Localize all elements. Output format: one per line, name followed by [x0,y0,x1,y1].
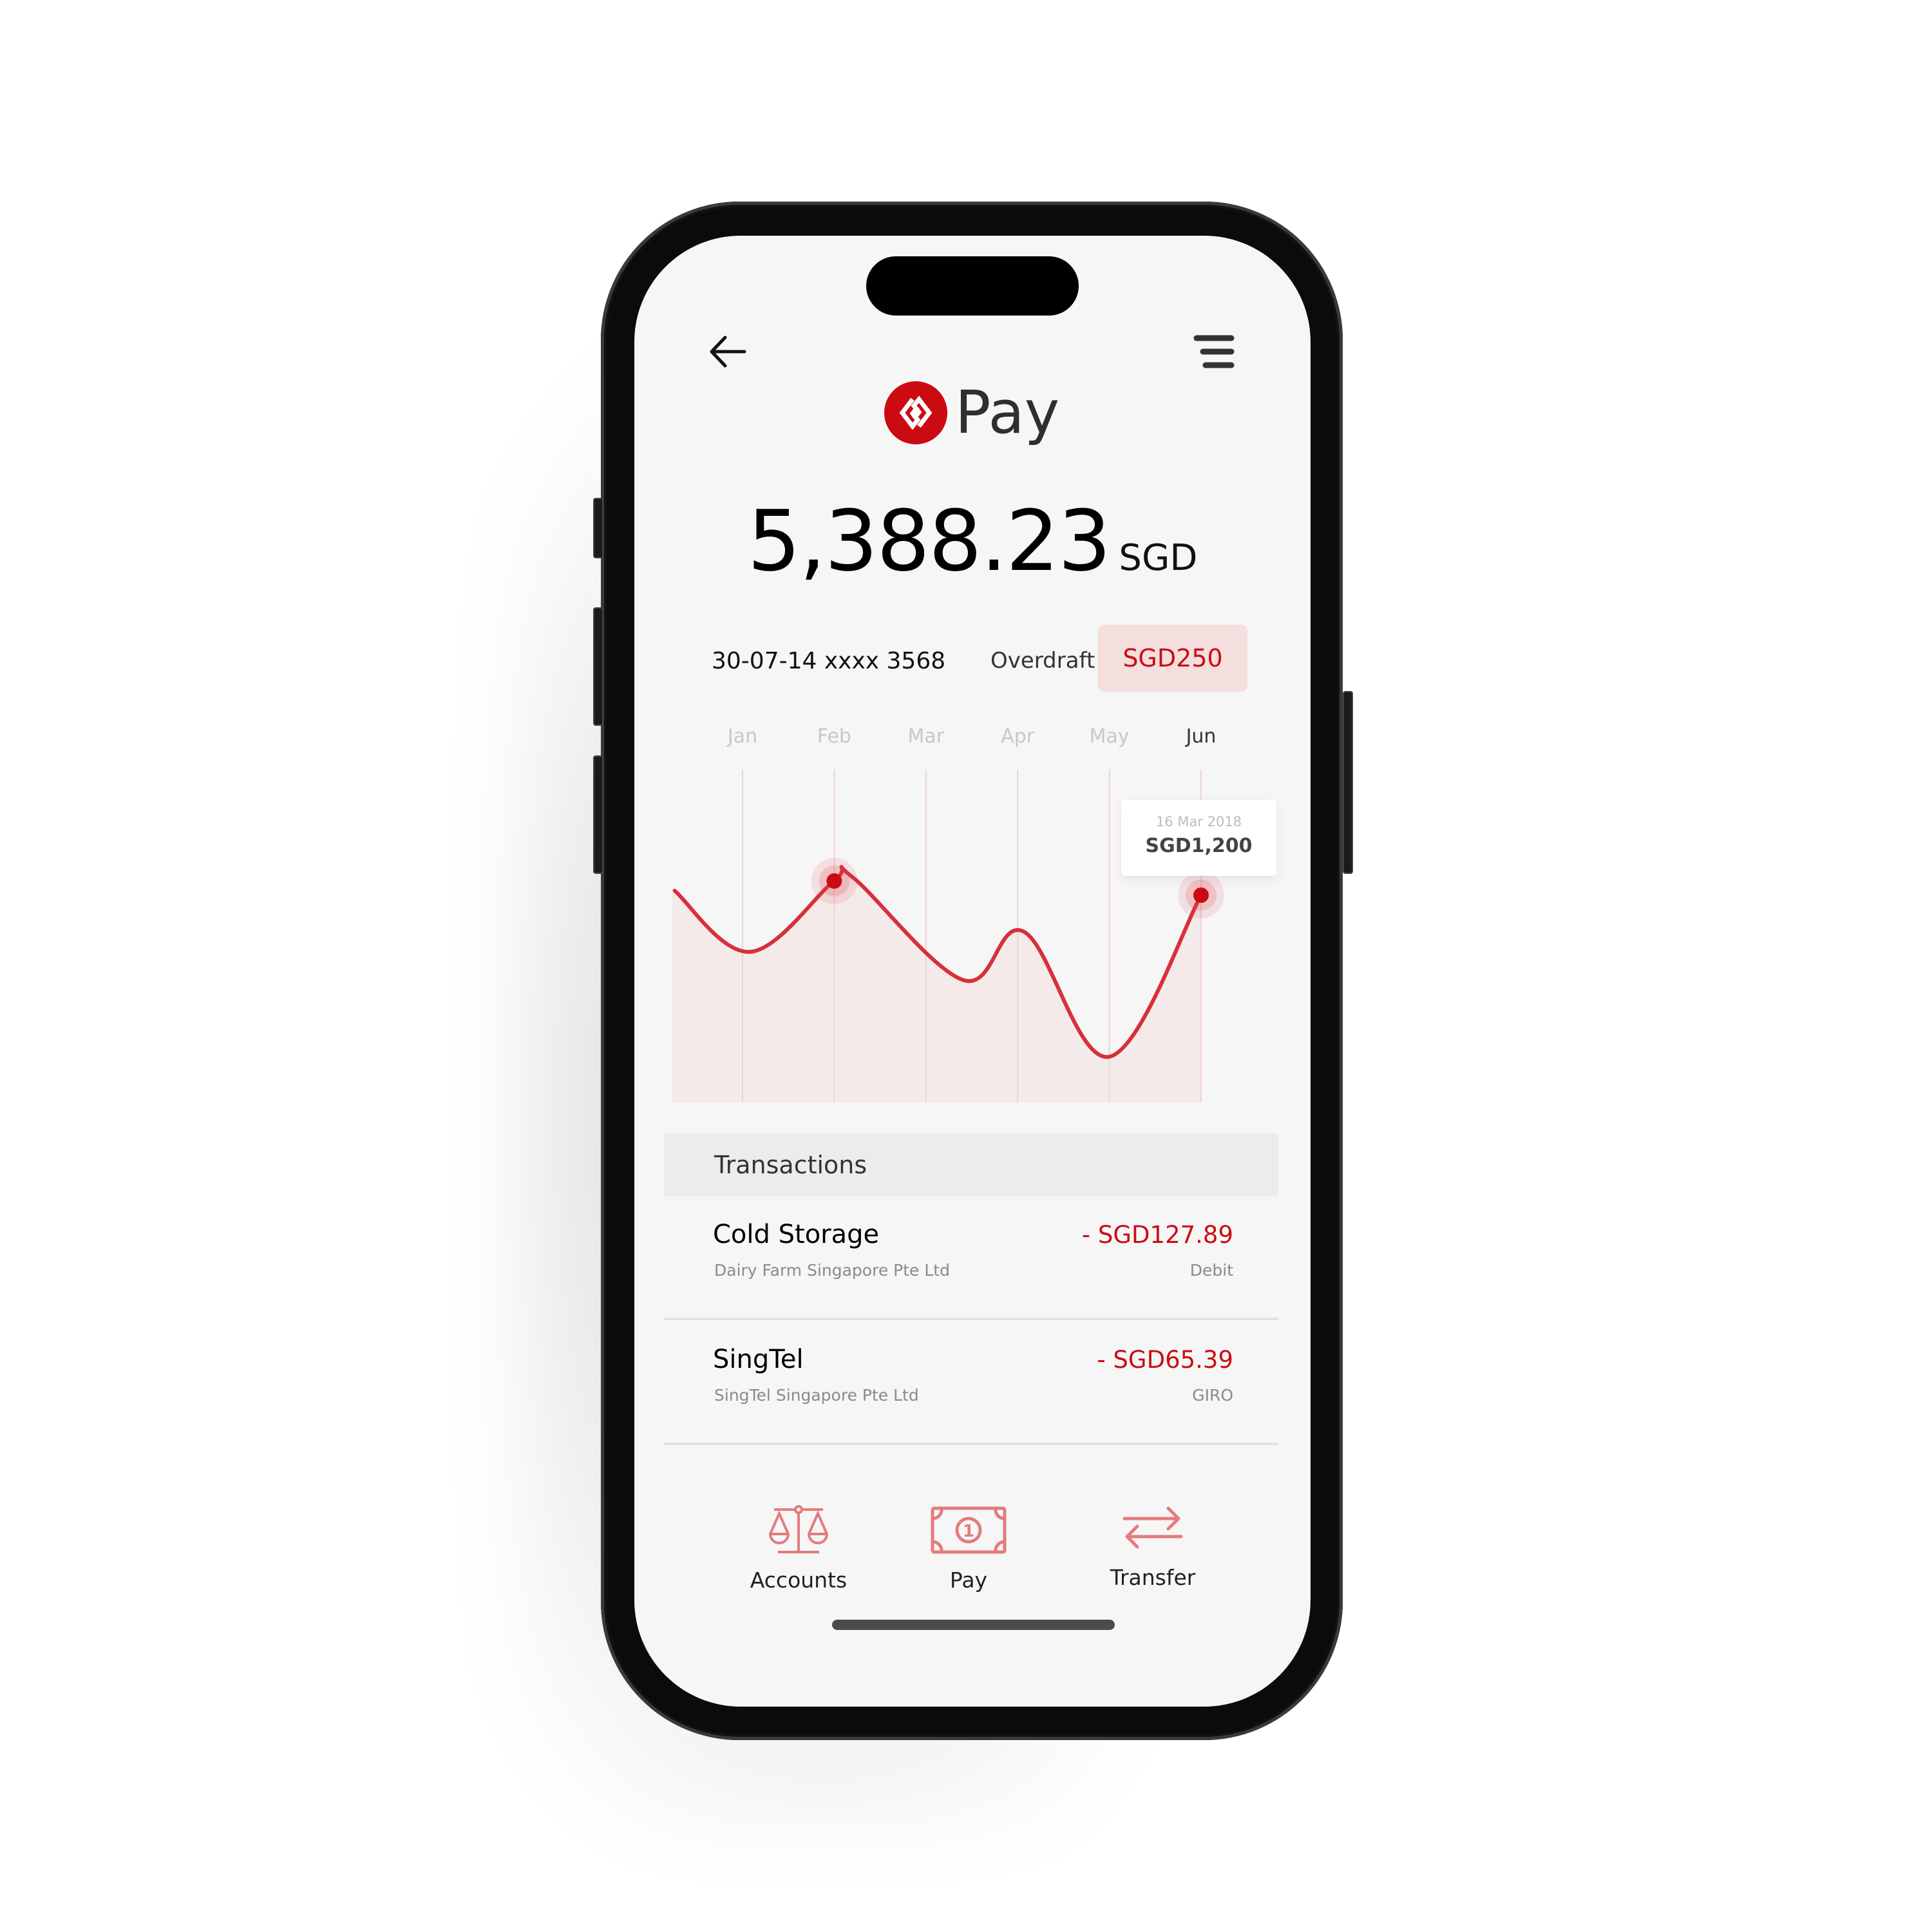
nav-accounts[interactable]: Accounts [728,1504,869,1593]
transactions-header: Transactions [664,1133,1278,1197]
power-button [1343,691,1353,874]
nav-transfer-label: Transfer [1110,1565,1196,1590]
transaction-type: Debit [1189,1261,1233,1280]
balance-chart [672,770,1224,1103]
divider [664,1443,1278,1445]
transactions-title: Transactions [714,1151,867,1179]
transaction-type: GIRO [1192,1386,1233,1405]
data-point-marker[interactable] [1193,887,1209,903]
transaction-row[interactable]: Cold Storage Dairy Farm Singapore Pte Lt… [664,1197,1278,1320]
transaction-row[interactable]: SingTel SingTel Singapore Pte Ltd - SGD6… [664,1321,1278,1445]
transaction-merchant: SingTel Singapore Pte Ltd [714,1386,919,1405]
transaction-amount: - SGD65.39 [1097,1346,1233,1374]
nav-pay[interactable]: 1 Pay [898,1504,1039,1593]
scale-balance-icon [768,1505,829,1553]
action-button [593,498,603,558]
nav-transfer[interactable]: Transfer [1082,1504,1224,1590]
chart-tooltip: 16 Mar 2018 SGD1,200 [1121,800,1276,876]
tooltip-date: 16 Mar 2018 [1155,814,1242,829]
svg-text:1: 1 [963,1522,974,1541]
nav-pay-label: Pay [949,1567,988,1593]
chart-area-fill [672,867,1201,1103]
transaction-merchant: Dairy Farm Singapore Pte Ltd [714,1261,950,1280]
nav-accounts-label: Accounts [750,1567,848,1593]
divider [664,1318,1278,1320]
app-screen: Pay 5,388.23 SGD 30-07-14 xxxx 3568 Overd… [634,236,1311,1707]
banknote-icon: 1 [931,1506,1007,1554]
volume-down-button [593,755,603,874]
transaction-name: Cold Storage [713,1220,880,1249]
transaction-name: SingTel [713,1345,804,1374]
transfer-arrows-icon [1122,1506,1183,1549]
tooltip-value: SGD1,200 [1145,835,1253,857]
transaction-amount: - SGD127.89 [1081,1221,1233,1249]
volume-up-button [593,607,603,726]
data-point-marker[interactable] [826,873,842,889]
home-indicator[interactable] [832,1620,1115,1630]
